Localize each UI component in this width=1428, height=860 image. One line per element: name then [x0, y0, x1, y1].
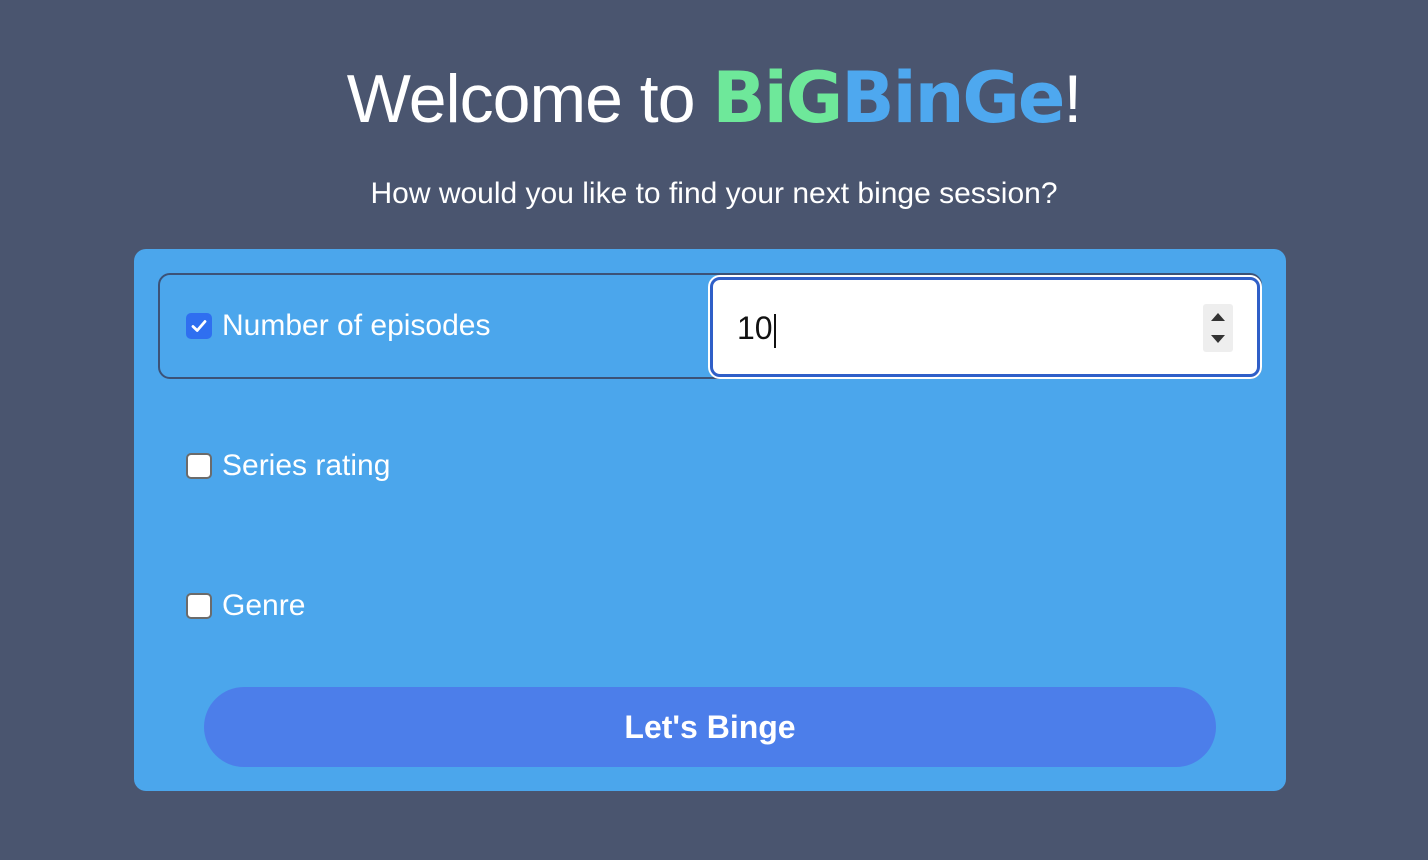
option-rating[interactable]: Series rating — [186, 451, 390, 481]
title-exclamation: ! — [1063, 61, 1082, 137]
bigbinge-logo: BiGBinGe — [712, 57, 1065, 139]
episodes-input-value[interactable]: 10 — [737, 310, 776, 348]
genre-checkbox[interactable] — [186, 593, 212, 619]
genre-label: Genre — [222, 589, 306, 622]
checkmark-icon — [191, 320, 207, 332]
rating-checkbox[interactable] — [186, 453, 212, 479]
stepper-down-icon[interactable] — [1211, 335, 1225, 343]
welcome-text: Welcome to — [346, 61, 713, 137]
episodes-checkbox[interactable] — [186, 313, 212, 339]
episodes-stepper[interactable] — [1203, 304, 1233, 352]
option-row-rating: Series rating — [158, 413, 1262, 519]
logo-binge-text: BinGe — [841, 57, 1065, 139]
text-caret — [773, 313, 776, 348]
stepper-up-icon[interactable] — [1211, 313, 1225, 321]
rating-label: Series rating — [222, 449, 391, 482]
option-row-genre: Genre — [158, 553, 1262, 659]
option-genre[interactable]: Genre — [186, 591, 305, 621]
episodes-number-input[interactable]: 10 — [710, 277, 1260, 377]
page-subtitle: How would you like to find your next bin… — [370, 177, 1058, 210]
page: Welcome to BiGBinGe! How would you like … — [0, 0, 1428, 860]
search-options-card: Number of episodes 10 Series rating Genr… — [134, 249, 1286, 791]
logo-big-text: BiG — [712, 57, 843, 139]
lets-binge-button[interactable]: Let's Binge — [204, 687, 1216, 767]
option-row-episodes: Number of episodes 10 — [158, 273, 1262, 379]
page-title: Welcome to BiGBinGe! — [0, 56, 1428, 141]
option-episodes[interactable]: Number of episodes — [186, 311, 490, 341]
episodes-label: Number of episodes — [222, 309, 491, 342]
